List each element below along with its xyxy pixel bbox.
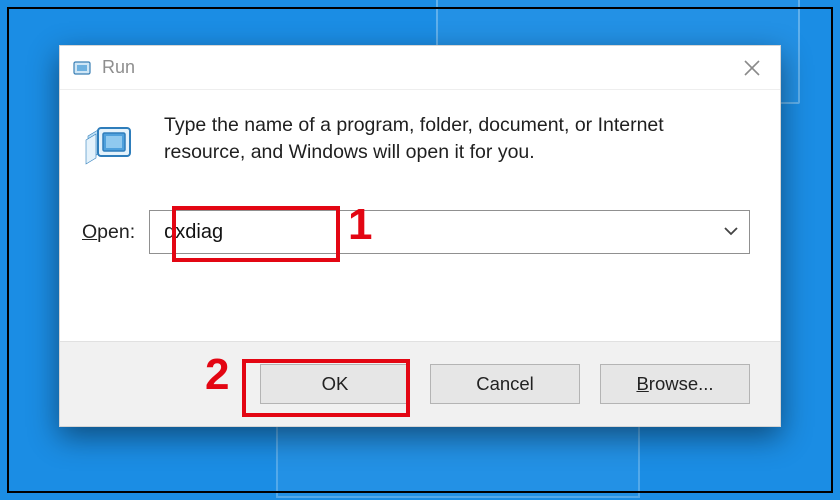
open-label: Open: bbox=[82, 221, 135, 244]
annotation-step-2: 2 bbox=[205, 350, 229, 400]
open-combobox[interactable] bbox=[149, 210, 750, 254]
open-input[interactable] bbox=[150, 211, 749, 253]
run-icon bbox=[82, 114, 142, 172]
button-bar: 2 OK Cancel Browse... bbox=[60, 341, 780, 426]
dialog-body: Type the name of a program, folder, docu… bbox=[60, 90, 780, 341]
close-button[interactable] bbox=[724, 46, 780, 90]
desktop-background: Run bbox=[0, 0, 840, 500]
chevron-down-icon[interactable] bbox=[723, 223, 739, 241]
instruction-text: Type the name of a program, folder, docu… bbox=[164, 110, 750, 166]
title-bar: Run bbox=[60, 46, 780, 90]
run-dialog: Run bbox=[59, 45, 781, 427]
cancel-button[interactable]: Cancel bbox=[430, 364, 580, 404]
run-icon-small bbox=[72, 59, 94, 77]
dialog-title: Run bbox=[102, 57, 135, 78]
browse-button[interactable]: Browse... bbox=[600, 364, 750, 404]
ok-button[interactable]: OK bbox=[260, 364, 410, 404]
